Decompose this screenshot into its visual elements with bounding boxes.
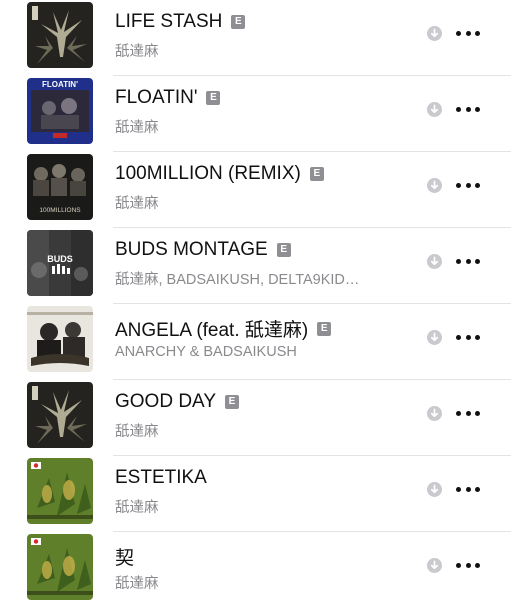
- download-arrow-icon[interactable]: [427, 406, 442, 421]
- explicit-badge: E: [231, 15, 246, 29]
- song-artist: ANARCHY & BADSAIKUSH: [115, 344, 297, 360]
- song-row[interactable]: ANGELA (feat. 舐達麻) E ANARCHY & BADSAIKUS…: [0, 304, 511, 380]
- more-ellipsis-icon[interactable]: [456, 331, 480, 343]
- album-art-text: 100MILLIONS: [39, 207, 81, 214]
- song-title: 100MILLION (REMIX) E: [115, 163, 324, 185]
- more-ellipsis-icon[interactable]: [456, 27, 480, 39]
- song-title-text: ESTETIKA: [115, 467, 207, 488]
- song-title-text: LIFE STASH: [115, 11, 223, 32]
- song-title: ESTETIKA: [115, 467, 207, 489]
- song-row[interactable]: 100MILLIONS 100MILLION (REMIX) E 舐達麻: [0, 152, 511, 228]
- explicit-badge: E: [276, 243, 291, 257]
- song-title-text: BUDS MONTAGE: [115, 239, 268, 260]
- song-row[interactable]: ESTETIKA 舐達麻: [0, 456, 511, 532]
- song-title: FLOATIN' E: [115, 87, 221, 109]
- song-row[interactable]: LIFE STASH E 舐達麻: [0, 0, 511, 76]
- album-art: [27, 2, 93, 68]
- album-art-text: BUDS: [47, 254, 73, 264]
- song-title-text: FLOATIN': [115, 87, 198, 108]
- song-title: 契: [115, 543, 134, 570]
- song-artist: 舐達麻: [115, 196, 159, 212]
- song-row[interactable]: FLOATIN' FLOATIN' E 舐達麻: [0, 76, 511, 152]
- download-arrow-icon[interactable]: [427, 558, 442, 573]
- download-arrow-icon[interactable]: [427, 482, 442, 497]
- more-ellipsis-icon[interactable]: [456, 559, 480, 571]
- album-art: BUDS: [27, 230, 93, 296]
- album-art: 100MILLIONS: [27, 154, 93, 220]
- download-arrow-icon[interactable]: [427, 330, 442, 345]
- song-artist: 舐達麻: [115, 500, 159, 516]
- explicit-badge: E: [317, 321, 332, 336]
- song-list: LIFE STASH E 舐達麻 FLOATIN' FLOATIN' E 舐達麻…: [0, 0, 511, 600]
- song-title-text: GOOD DAY: [115, 391, 216, 412]
- song-artist: 舐達麻: [115, 120, 159, 136]
- song-title: LIFE STASH E: [115, 11, 246, 33]
- explicit-badge: E: [309, 167, 324, 181]
- album-art: FLOATIN': [27, 78, 93, 144]
- song-row[interactable]: BUDS BUDS MONTAGE E 舐達麻, BADSAIKUSH, DEL…: [0, 228, 511, 304]
- more-ellipsis-icon[interactable]: [456, 103, 480, 115]
- song-artist: 舐達麻: [115, 576, 159, 592]
- album-art: [27, 534, 93, 600]
- explicit-badge: E: [206, 91, 221, 105]
- album-art: [27, 382, 93, 448]
- song-artist: 舐達麻: [115, 44, 159, 60]
- song-title-text: 契: [115, 548, 135, 569]
- song-title: BUDS MONTAGE E: [115, 239, 291, 261]
- song-artist: 舐達麻: [115, 424, 159, 440]
- download-arrow-icon[interactable]: [427, 102, 442, 117]
- more-ellipsis-icon[interactable]: [456, 255, 480, 267]
- song-title: GOOD DAY E: [115, 391, 239, 413]
- song-row[interactable]: 契 舐達麻: [0, 532, 511, 608]
- album-art-text: FLOATIN': [42, 80, 78, 89]
- download-arrow-icon[interactable]: [427, 178, 442, 193]
- more-ellipsis-icon[interactable]: [456, 407, 480, 419]
- album-art: [27, 306, 93, 372]
- more-ellipsis-icon[interactable]: [456, 483, 480, 495]
- song-title: ANGELA (feat. 舐達麻) E: [115, 315, 332, 342]
- download-arrow-icon[interactable]: [427, 254, 442, 269]
- song-artist: 舐達麻, BADSAIKUSH, DELTA9KID…: [115, 272, 360, 288]
- song-row[interactable]: GOOD DAY E 舐達麻: [0, 380, 511, 456]
- more-ellipsis-icon[interactable]: [456, 179, 480, 191]
- download-arrow-icon[interactable]: [427, 26, 442, 41]
- explicit-badge: E: [225, 395, 239, 409]
- album-art: [27, 458, 93, 524]
- song-title-text: ANGELA (feat. 舐達麻): [115, 320, 309, 341]
- song-title-text: 100MILLION (REMIX): [115, 163, 301, 184]
